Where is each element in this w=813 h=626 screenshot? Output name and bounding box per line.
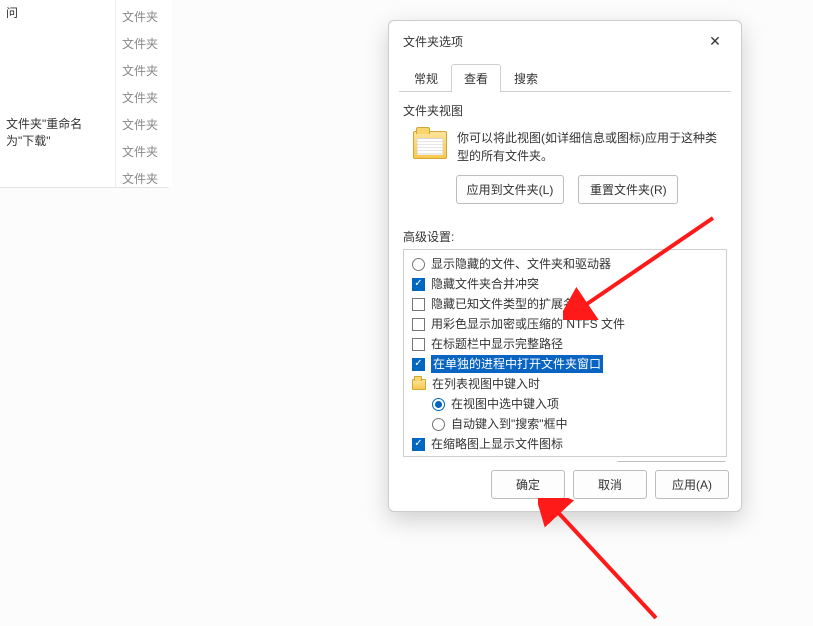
- folder-views-description: 你可以将此视图(如详细信息或图标)应用于这种类型的所有文件夹。: [457, 129, 721, 165]
- checkbox-icon: [412, 318, 425, 331]
- folder-icon: [413, 131, 447, 159]
- option-full-path-titlebar[interactable]: 在标题栏中显示完整路径: [406, 334, 724, 354]
- list-item: 文件夹: [116, 3, 172, 30]
- list-item: 文件夹: [116, 111, 172, 138]
- list-item: 文件夹: [116, 30, 172, 57]
- close-button[interactable]: ✕: [699, 29, 731, 53]
- tab-search[interactable]: 搜索: [501, 64, 551, 92]
- option-auto-type-search[interactable]: 自动键入到"搜索"框中: [406, 414, 724, 434]
- checkbox-icon: [412, 338, 425, 351]
- apply-to-folders-button[interactable]: 应用到文件夹(L): [456, 175, 565, 204]
- list-item: 文件夹: [116, 165, 172, 192]
- dialog-title: 文件夹选项: [403, 33, 463, 50]
- tabs: 常规 查看 搜索: [399, 63, 731, 92]
- background-type-list: 文件夹 文件夹 文件夹 文件夹 文件夹 文件夹 文件夹: [116, 3, 172, 192]
- option-hide-known-ext[interactable]: 隐藏已知文件类型的扩展名: [406, 294, 724, 314]
- radio-icon: [432, 418, 445, 431]
- option-hide-merge-conflict[interactable]: 隐藏文件夹合并冲突: [406, 274, 724, 294]
- folder-icon: [412, 379, 426, 390]
- annotation-arrow-icon: [538, 498, 668, 626]
- tab-general[interactable]: 常规: [401, 64, 451, 92]
- folder-views-group: 你可以将此视图(如详细信息或图标)应用于这种类型的所有文件夹。 应用到文件夹(L…: [407, 123, 727, 214]
- background-rename-text: 文件夹"重命名为"下载": [0, 111, 115, 153]
- reset-folders-button[interactable]: 重置文件夹(R): [578, 175, 678, 204]
- folder-options-dialog: 文件夹选项 ✕ 常规 查看 搜索 文件夹视图 你可以将此视图(如详细信息或图标)…: [388, 20, 742, 512]
- list-item: 文件夹: [116, 57, 172, 84]
- apply-button[interactable]: 应用(A): [655, 470, 729, 499]
- close-icon: ✕: [709, 33, 721, 50]
- radio-icon: [432, 398, 445, 411]
- radio-icon: [412, 258, 425, 271]
- dialog-footer: 确定 取消 应用(A): [389, 462, 741, 511]
- checkbox-icon: [412, 438, 425, 451]
- option-select-typed-item[interactable]: 在视图中选中键入项: [406, 394, 724, 414]
- list-item: 文件夹: [116, 84, 172, 111]
- option-color-ntfs[interactable]: 用彩色显示加密或压缩的 NTFS 文件: [406, 314, 724, 334]
- list-item: 文件夹: [116, 138, 172, 165]
- checkbox-icon: [412, 358, 425, 371]
- background-truncated-text: 问: [0, 0, 115, 25]
- tab-view[interactable]: 查看: [451, 64, 501, 92]
- ok-button[interactable]: 确定: [491, 470, 565, 499]
- checkbox-icon: [412, 298, 425, 311]
- option-thumb-file-icons[interactable]: 在缩略图上显示文件图标: [406, 434, 724, 454]
- advanced-settings-label: 高级设置:: [403, 228, 727, 245]
- checkbox-icon: [412, 278, 425, 291]
- titlebar: 文件夹选项 ✕: [389, 21, 741, 57]
- dialog-content: 文件夹视图 你可以将此视图(如详细信息或图标)应用于这种类型的所有文件夹。 应用…: [389, 92, 741, 462]
- option-separate-process[interactable]: 在单独的进程中打开文件夹窗口: [406, 354, 724, 374]
- advanced-settings-list[interactable]: 显示隐藏的文件、文件夹和驱动器 隐藏文件夹合并冲突 隐藏已知文件类型的扩展名 用…: [403, 249, 727, 457]
- cancel-button[interactable]: 取消: [573, 470, 647, 499]
- folder-views-label: 文件夹视图: [403, 102, 727, 119]
- option-folder-tips-size[interactable]: 在文件夹提示中显示文件大小信息: [406, 454, 724, 457]
- option-show-hidden[interactable]: 显示隐藏的文件、文件夹和驱动器: [406, 254, 724, 274]
- option-typing-in-list-group[interactable]: 在列表视图中键入时: [406, 374, 724, 394]
- background-left-col: 问 文件夹"重命名为"下载": [0, 0, 116, 187]
